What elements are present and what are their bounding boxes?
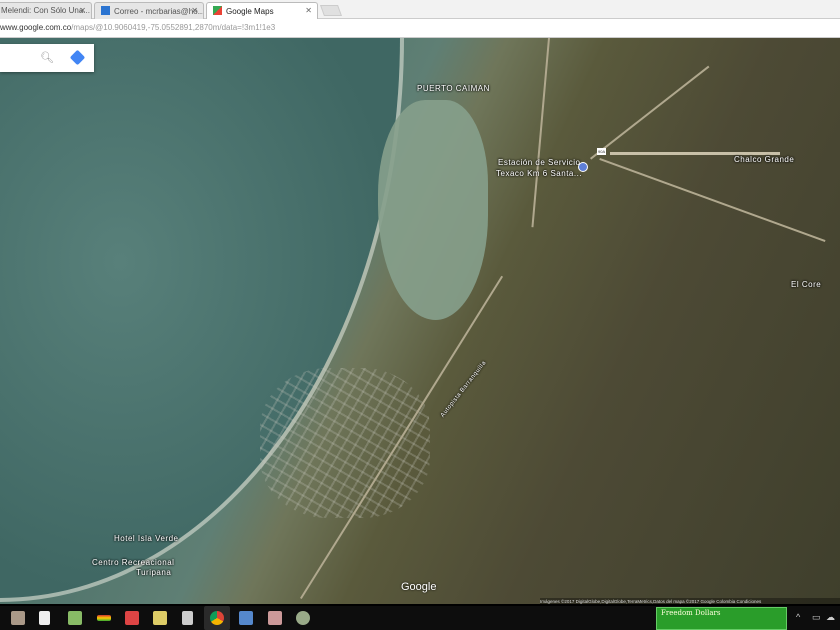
place-label[interactable]: PUERTO CAIMAN [417,84,490,93]
widget-title: Freedom Dollars [661,609,721,617]
desktop-widget[interactable]: Freedom Dollars [656,607,787,630]
calculator-icon[interactable] [182,611,193,625]
tab-google-maps[interactable]: Google Maps ✕ [206,2,318,19]
road [531,38,550,228]
url-path: /maps/@10.9060419,-75.0552891,2870m/data… [71,23,276,32]
app-icon[interactable] [97,615,111,621]
tab-correo[interactable]: Correo - mcrbarias@ho... ✕ [94,2,204,19]
url-host: www.google.com.co [0,23,72,32]
town-area [260,368,430,518]
tray-overflow-icon[interactable]: ^ [796,612,800,622]
close-tab-icon[interactable]: ✕ [305,6,312,15]
address-bar[interactable]: www.google.com.co/maps/@10.9060419,-75.0… [0,19,840,38]
monitor-icon[interactable]: ▭ [812,612,821,623]
place-label[interactable]: Texaco Km 6 Santa... [496,169,582,178]
new-tab-button[interactable] [319,5,343,16]
app-icon[interactable] [296,611,310,625]
maps-icon [213,6,222,15]
place-label[interactable]: Turipana [136,568,171,577]
cloud-icon[interactable]: ☁ [826,612,835,623]
chrome-taskbar-button[interactable] [204,606,230,630]
media-app-icon[interactable] [11,611,25,625]
excel-icon[interactable] [68,611,82,625]
store-icon[interactable] [39,611,50,625]
lagoon [378,100,488,320]
place-label[interactable]: Estación de Servicio [498,158,580,167]
directions-icon[interactable] [69,49,86,66]
search-icon[interactable]: 🔍︎ [40,51,54,64]
browser-tab-strip: Melendi: Con Sólo Una... ✕ Correo - mcrba… [0,0,840,19]
people-icon[interactable] [268,611,282,625]
road-shield: 90A [597,148,607,155]
powerpoint-icon[interactable] [125,611,139,625]
road [590,65,710,160]
tab-label: Google Maps [226,7,274,16]
gas-station-icon[interactable] [578,162,588,172]
close-tab-icon[interactable]: ✕ [191,6,198,15]
place-label[interactable]: Centro Recreacional [92,558,174,567]
file-explorer-icon[interactable] [153,611,167,625]
place-label[interactable]: El Core [791,280,821,289]
place-label[interactable]: Chalco Grande [734,155,794,164]
tab-melendi[interactable]: Melendi: Con Sólo Una... ✕ [0,2,92,19]
tab-label: Melendi: Con Sólo Una... [1,6,90,15]
road-label: Autopista Barranquilla [440,360,488,419]
road [599,158,826,242]
satellite-map[interactable]: PUERTO CAIMAN Estación de Servicio Texac… [0,38,840,604]
place-label[interactable]: Hotel Isla Verde [114,534,178,543]
chrome-icon [210,611,224,625]
google-logo: Google [401,581,437,593]
search-box[interactable]: 🔍︎ [0,44,94,72]
outlook-icon [101,6,110,15]
map-attribution[interactable]: Imágenes ©2017 DigitalGlobe,DigitalGlobe… [540,598,840,605]
close-tab-icon[interactable]: ✕ [79,6,86,15]
word-icon[interactable] [239,611,253,625]
